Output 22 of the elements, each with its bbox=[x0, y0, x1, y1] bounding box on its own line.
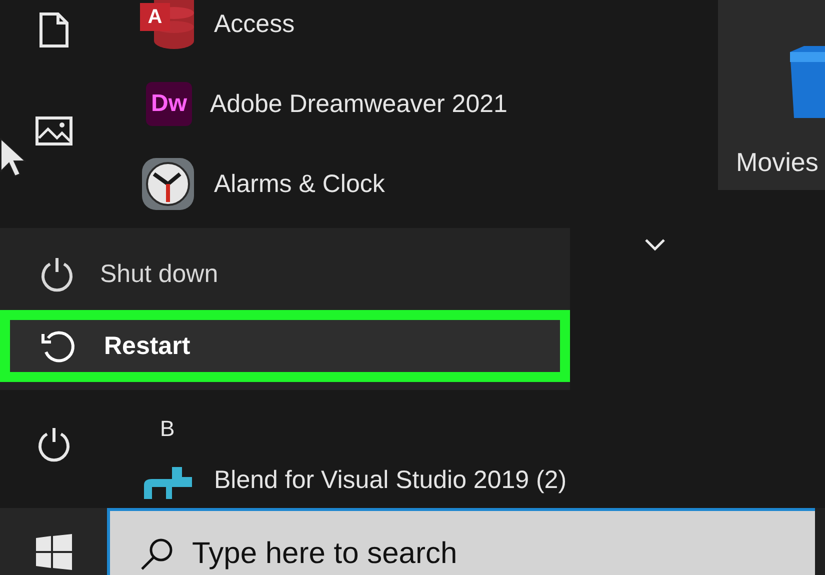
film-folder-icon bbox=[790, 46, 825, 118]
app-name[interactable]: Alarms & Clock bbox=[214, 170, 385, 198]
menu-item[interactable]: Shut down bbox=[0, 238, 570, 310]
document-icon[interactable] bbox=[38, 12, 70, 48]
app-name[interactable]: Access bbox=[214, 10, 295, 38]
pictures-icon[interactable] bbox=[35, 116, 73, 146]
power-icon bbox=[40, 256, 74, 292]
power-icon[interactable] bbox=[37, 426, 71, 462]
search-field[interactable]: Type here to search bbox=[107, 508, 815, 575]
app-name[interactable]: Blend for Visual Studio 2019 (2) bbox=[214, 466, 567, 494]
access-logo: A bbox=[140, 3, 170, 31]
search-icon bbox=[140, 537, 174, 571]
app-tile[interactable]: Movies bbox=[718, 0, 825, 190]
windows-logo-icon bbox=[36, 534, 72, 570]
mouse-cursor-icon bbox=[0, 138, 26, 178]
app-name[interactable]: Adobe Dreamweaver 2021 bbox=[210, 90, 508, 118]
start-button[interactable] bbox=[0, 508, 107, 575]
chevron-down-icon[interactable] bbox=[644, 238, 666, 252]
clock-icon bbox=[140, 156, 196, 212]
group-letter[interactable]: B bbox=[160, 416, 175, 442]
menu-item[interactable]: Restart bbox=[0, 310, 570, 382]
dreamweaver-logo: Dw bbox=[146, 82, 192, 126]
